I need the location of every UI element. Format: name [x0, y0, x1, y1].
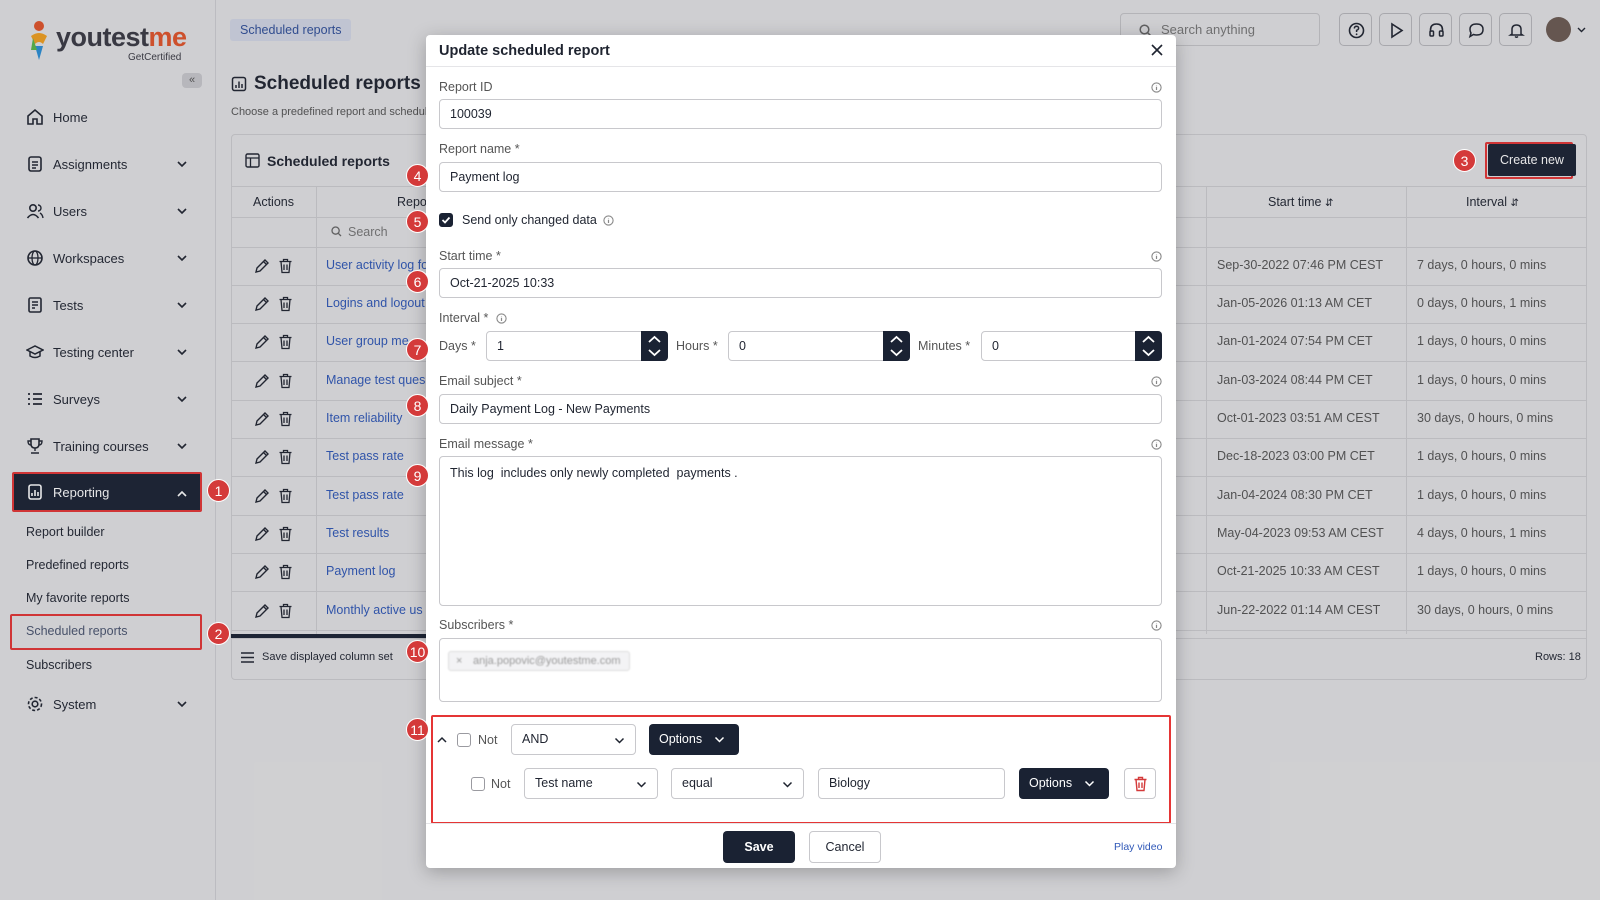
remove-chip-icon[interactable]: × [456, 652, 462, 670]
group-options-button[interactable]: Options [649, 724, 739, 755]
chevron-down-icon [614, 737, 625, 744]
cancel-button[interactable]: Cancel [809, 831, 881, 863]
minutes-label-text: Minutes [918, 339, 962, 353]
stepper-arrows-icon [1142, 335, 1155, 357]
chevron-down-icon [636, 781, 647, 788]
info-icon[interactable] [1151, 620, 1162, 631]
info-icon[interactable] [1151, 439, 1162, 450]
required-mark: * [516, 374, 522, 388]
step-badge: 1 [207, 479, 230, 502]
stepper-arrows-icon [648, 335, 661, 357]
required-mark: * [965, 339, 971, 353]
info-icon[interactable] [1151, 251, 1162, 262]
send-only-changed-checkbox[interactable] [439, 213, 453, 227]
email-message-label-text: Email message [439, 437, 525, 451]
step-badge: 9 [406, 464, 429, 487]
email-subject-label: Email subject * [439, 374, 522, 388]
play-video-link[interactable]: Play video [1114, 841, 1162, 853]
chevron-down-icon [714, 736, 725, 743]
options-label: Options [1029, 776, 1073, 790]
info-icon[interactable] [603, 215, 614, 226]
filter-operator-select[interactable]: equal [671, 768, 804, 799]
step-badge: 3 [1453, 149, 1476, 172]
step-badge: 7 [406, 338, 429, 361]
minutes-spin-buttons[interactable] [1135, 331, 1162, 361]
step-badge: 6 [406, 270, 429, 293]
filter-value-input[interactable]: Biology [818, 768, 1005, 799]
report-name-label: Report name * [439, 142, 520, 156]
subscribers-label-text: Subscribers [439, 618, 505, 632]
close-icon[interactable] [1150, 43, 1164, 57]
condition-options-button[interactable]: Options [1019, 768, 1109, 799]
email-message-label: Email message * [439, 437, 533, 451]
email-message-textarea[interactable]: This log includes only newly completed p… [439, 456, 1162, 606]
required-mark: * [495, 249, 501, 263]
delete-condition-button[interactable] [1124, 768, 1156, 799]
logic-operator-value: AND [522, 732, 549, 746]
dialog-title: Update scheduled report [439, 43, 610, 59]
chevron-down-icon [1084, 780, 1095, 787]
chevron-down-icon [782, 781, 793, 788]
not-checkbox[interactable] [457, 733, 471, 747]
dialog-divider [426, 823, 1176, 824]
required-mark: * [527, 437, 533, 451]
condition-not-checkbox[interactable] [471, 777, 485, 791]
report-id-field[interactable]: 100039 [439, 99, 1162, 129]
required-mark: * [712, 339, 718, 353]
email-subject-label-text: Email subject [439, 374, 514, 388]
send-only-changed-label: Send only changed data [462, 213, 597, 227]
email-subject-field[interactable]: Daily Payment Log - New Payments [439, 394, 1162, 424]
interval-label: Interval * [439, 311, 488, 325]
stepper-arrows-icon [890, 335, 903, 357]
info-icon[interactable] [496, 313, 507, 324]
filter-field-select[interactable]: Test name [524, 768, 658, 799]
report-name-field[interactable]: Payment log [439, 162, 1162, 192]
start-time-label: Start time * [439, 249, 501, 263]
report-name-label-text: Report name [439, 142, 512, 156]
subscriber-chip-email: anja.popovic@youtestme.com [473, 655, 621, 667]
days-label: Days * [439, 339, 476, 353]
required-mark: * [483, 311, 489, 325]
logic-operator-select[interactable]: AND [511, 724, 636, 755]
minutes-label: Minutes * [918, 339, 970, 353]
check-icon [441, 216, 451, 224]
step-badge: 8 [406, 394, 429, 417]
step-badge: 2 [207, 622, 230, 645]
required-mark: * [514, 142, 520, 156]
start-time-field[interactable]: Oct-21-2025 10:33 [439, 268, 1162, 298]
step-badge: 4 [406, 164, 429, 187]
report-id-label: Report ID [439, 80, 493, 94]
step-badge: 5 [406, 210, 429, 233]
days-label-text: Days [439, 339, 468, 353]
trash-icon [1134, 776, 1147, 792]
dialog-divider [426, 66, 1176, 67]
interval-label-text: Interval [439, 311, 480, 325]
subscribers-label: Subscribers * [439, 618, 513, 632]
start-time-label-text: Start time [439, 249, 493, 263]
filter-operator-value: equal [682, 776, 713, 790]
chevron-up-icon[interactable] [436, 734, 448, 746]
info-icon[interactable] [1151, 376, 1162, 387]
days-spin-buttons[interactable] [641, 331, 668, 361]
subscriber-chip[interactable]: × anja.popovic@youtestme.com [448, 651, 630, 671]
hours-label-text: Hours [676, 339, 710, 353]
hours-label: Hours * [676, 339, 718, 353]
options-label: Options [659, 732, 703, 746]
step-badge: 11 [406, 718, 429, 741]
condition-not-label: Not [491, 777, 511, 791]
save-button[interactable]: Save [723, 831, 795, 863]
not-label: Not [478, 733, 498, 747]
filter-field-value: Test name [535, 776, 593, 790]
required-mark: * [470, 339, 476, 353]
hours-spin-buttons[interactable] [883, 331, 910, 361]
required-mark: * [508, 618, 514, 632]
step-badge: 10 [406, 640, 429, 663]
info-icon[interactable] [1151, 82, 1162, 93]
